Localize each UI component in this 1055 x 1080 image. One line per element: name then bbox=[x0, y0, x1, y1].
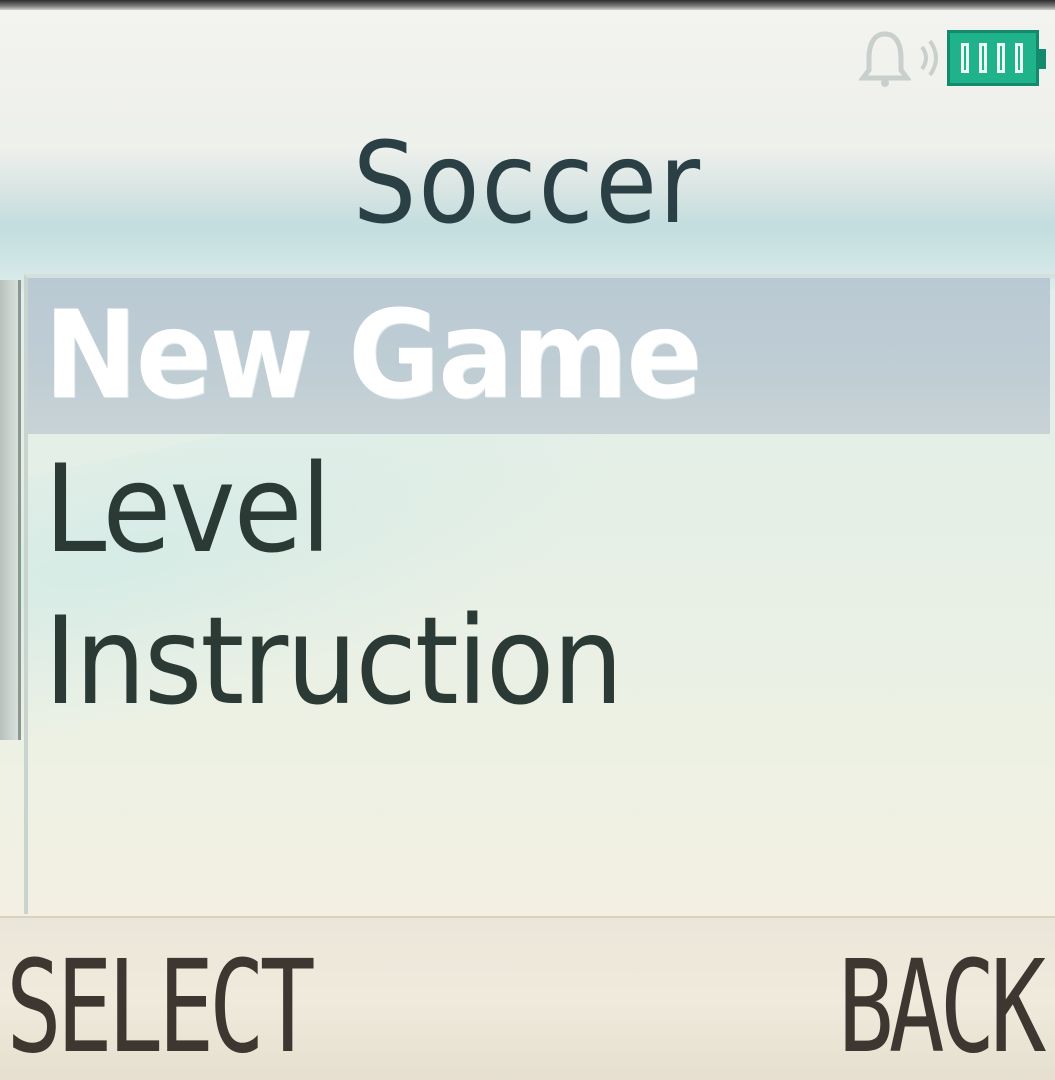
menu-item-label: Instruction bbox=[44, 591, 623, 733]
game-menu: New Game Level Instruction bbox=[28, 278, 1050, 738]
menu-item-instruction[interactable]: Instruction bbox=[28, 586, 1050, 738]
battery-icon bbox=[947, 30, 1046, 86]
battery-bar bbox=[997, 43, 1005, 73]
softkey-bar: SELECT BACK bbox=[0, 916, 1055, 1080]
back-softkey[interactable]: BACK bbox=[838, 934, 1046, 1080]
battery-bar bbox=[1015, 43, 1023, 73]
battery-bar bbox=[979, 43, 987, 73]
bell-icon bbox=[859, 28, 911, 88]
screen-title: Soccer bbox=[352, 118, 703, 250]
screen-bezel bbox=[0, 0, 1055, 10]
scrollbar[interactable] bbox=[0, 280, 21, 740]
select-softkey[interactable]: SELECT bbox=[6, 934, 316, 1080]
menu-item-label: Level bbox=[44, 439, 332, 581]
battery-bar bbox=[961, 43, 969, 73]
menu-item-level[interactable]: Level bbox=[28, 434, 1050, 586]
phone-screen: Soccer New Game Level Instruction SELECT… bbox=[0, 0, 1055, 1080]
status-bar bbox=[859, 26, 1046, 90]
sound-icon bbox=[917, 33, 941, 83]
menu-item-new-game[interactable]: New Game bbox=[28, 278, 1050, 434]
menu-item-label: New Game bbox=[44, 285, 702, 427]
